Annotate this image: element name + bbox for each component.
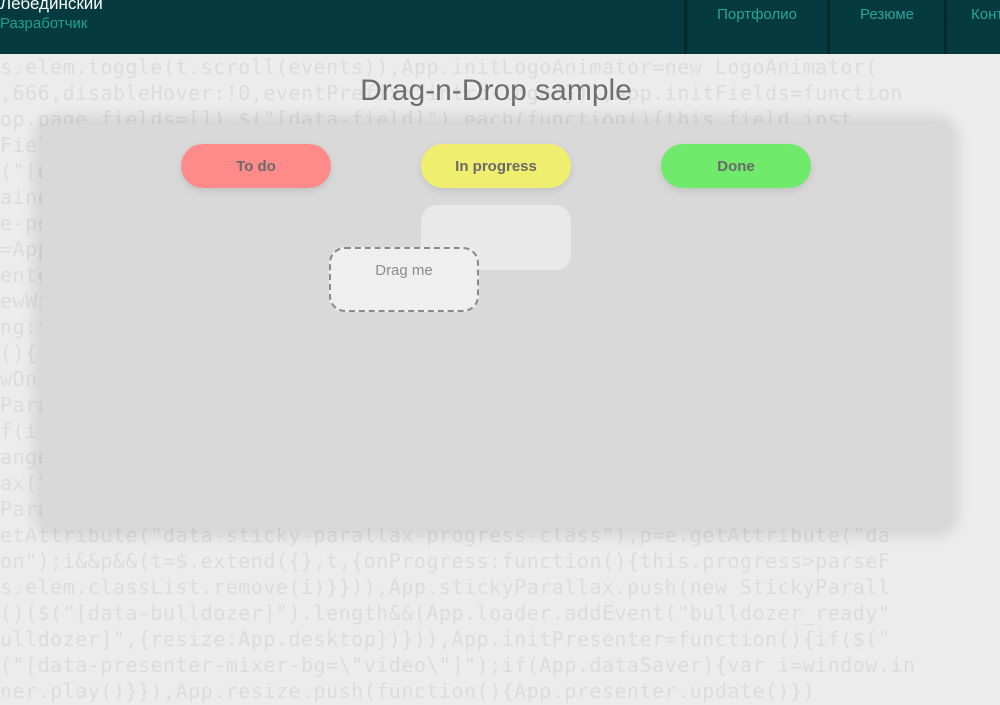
nav-item-resume[interactable]: Резюме: [827, 0, 944, 54]
brand-name[interactable]: Лебединский: [0, 0, 103, 14]
main-nav: Портфолио Резюме Контакты: [684, 0, 1000, 54]
nav-item-contacts[interactable]: Контакты: [944, 0, 1000, 54]
column-header-done: Done: [661, 144, 811, 188]
column-header-in-progress: In progress: [421, 144, 571, 188]
top-navigation-bar: Лебединский Разработчик Портфолио Резюме…: [0, 0, 1000, 54]
nav-item-portfolio[interactable]: Портфолио: [684, 0, 827, 54]
column-header-todo: To do: [181, 144, 331, 188]
brand-subtitle: Разработчик: [0, 15, 88, 32]
drag-card[interactable]: Drag me: [329, 247, 479, 312]
kanban-board: To do In progress Done Drag me: [42, 124, 950, 528]
page-title: Drag-n-Drop sample: [360, 74, 632, 107]
